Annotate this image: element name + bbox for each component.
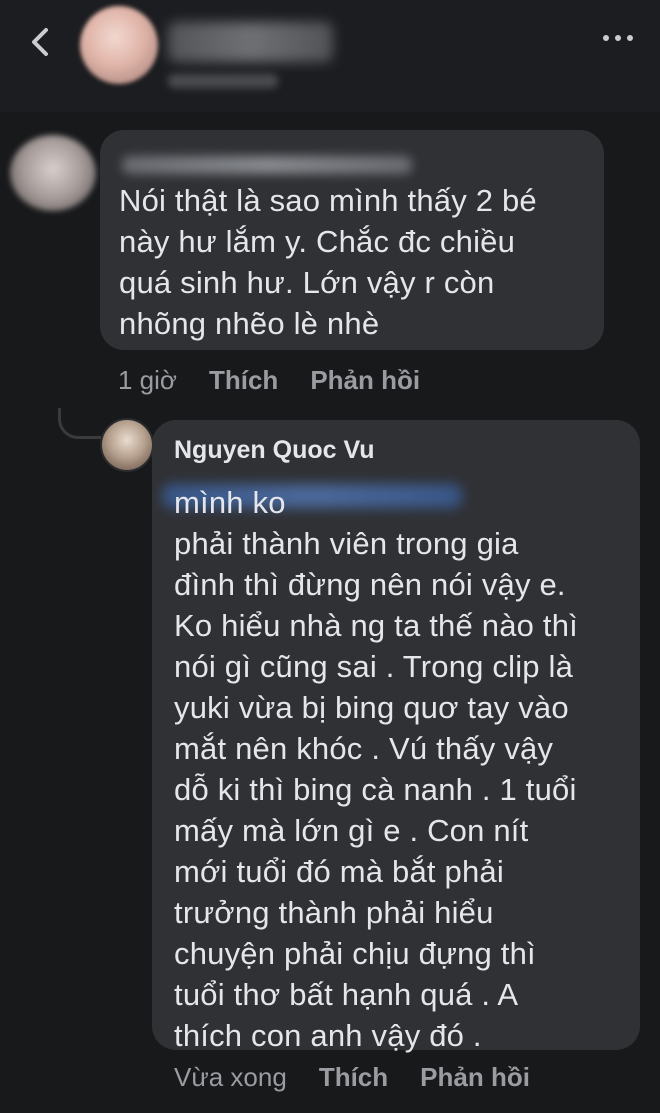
reply-author-avatar[interactable]	[100, 418, 154, 472]
comment-like-button[interactable]: Thích	[209, 365, 278, 396]
comment-bubble: Nói thật là sao mình thấy 2 bé này hư lắ…	[100, 130, 604, 350]
comment-time: 1 giờ	[118, 364, 177, 395]
reply-thread-line	[58, 408, 101, 439]
commenter-name-blurred[interactable]	[122, 156, 412, 174]
header-avatar[interactable]	[80, 6, 158, 84]
reply-meta: Vừa xong Thích Phản hồi	[174, 1056, 562, 1098]
chevron-left-icon[interactable]	[20, 22, 60, 62]
reply-time: Vừa xong	[174, 1061, 287, 1092]
reply-like-button[interactable]: Thích	[319, 1062, 388, 1093]
header-name-blurred	[168, 22, 333, 62]
comment-reply-button[interactable]: Phản hồi	[310, 365, 420, 396]
comment-meta: 1 giờ Thích Phản hồi	[118, 360, 452, 400]
reply-text: mình ko phải thành viên trong gia đình t…	[174, 485, 578, 1053]
conversation-header	[0, 0, 660, 112]
comment-text: Nói thật là sao mình thấy 2 bé này hư lắ…	[119, 183, 537, 341]
commenter-avatar[interactable]	[10, 135, 96, 211]
reply-reply-button[interactable]: Phản hồi	[420, 1062, 530, 1093]
reply-author-name[interactable]: Nguyen Quoc Vu	[174, 436, 374, 465]
reply-bubble: Nguyen Quoc Vu mình ko phải thành viên t…	[152, 420, 640, 1053]
more-dots-icon[interactable]	[600, 28, 636, 48]
header-subtitle-blurred	[168, 74, 278, 88]
